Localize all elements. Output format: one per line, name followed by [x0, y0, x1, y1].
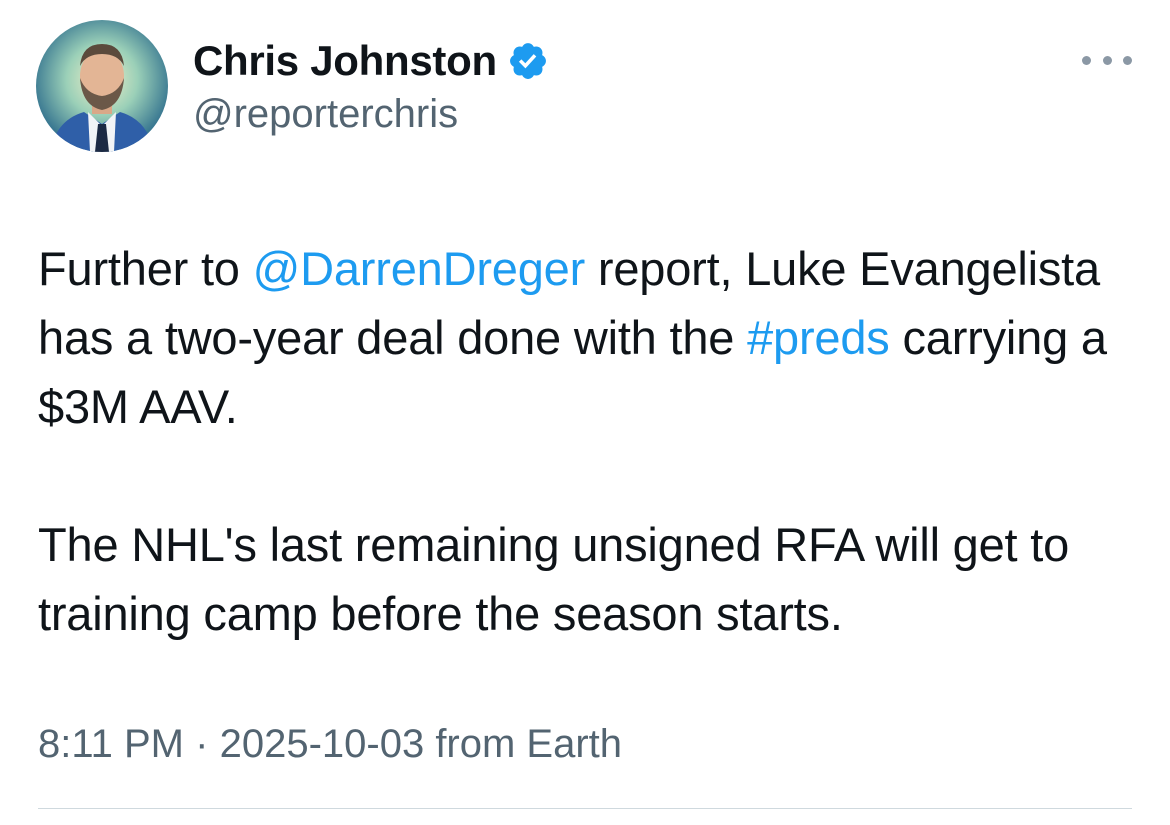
- tweet-source: from Earth: [435, 722, 623, 766]
- tweet-meta: 8:11 PM · 2025-10-03 from Earth: [38, 722, 622, 767]
- verified-badge-icon[interactable]: [507, 40, 549, 82]
- tweet-date[interactable]: 2025-10-03: [220, 722, 425, 766]
- tweet-paragraph-1: Further to @DarrenDreger report, Luke Ev…: [38, 234, 1138, 441]
- tweet-time[interactable]: 8:11 PM: [38, 722, 184, 766]
- author-name-row: Chris Johnston: [193, 36, 549, 86]
- tweet-text-segment: Further to: [38, 242, 253, 295]
- more-dot: [1123, 55, 1132, 65]
- avatar[interactable]: [36, 20, 168, 152]
- tweet-card: Chris Johnston @reporterchris Further to…: [0, 0, 1170, 825]
- avatar-photo: [36, 20, 168, 152]
- author-handle[interactable]: @reporterchris: [193, 92, 458, 137]
- tweet-text: Further to @DarrenDreger report, Luke Ev…: [38, 234, 1138, 648]
- hashtag-link[interactable]: #preds: [747, 311, 890, 364]
- meta-separator: ·: [195, 722, 209, 766]
- author-display-name[interactable]: Chris Johnston: [193, 37, 497, 85]
- more-dot: [1102, 55, 1112, 65]
- mention-link[interactable]: @DarrenDreger: [253, 242, 586, 295]
- tweet-paragraph-2: The NHL's last remaining unsigned RFA wi…: [38, 518, 1070, 640]
- more-options-icon[interactable]: [1082, 40, 1132, 80]
- divider: [38, 808, 1132, 809]
- more-dot: [1082, 55, 1091, 65]
